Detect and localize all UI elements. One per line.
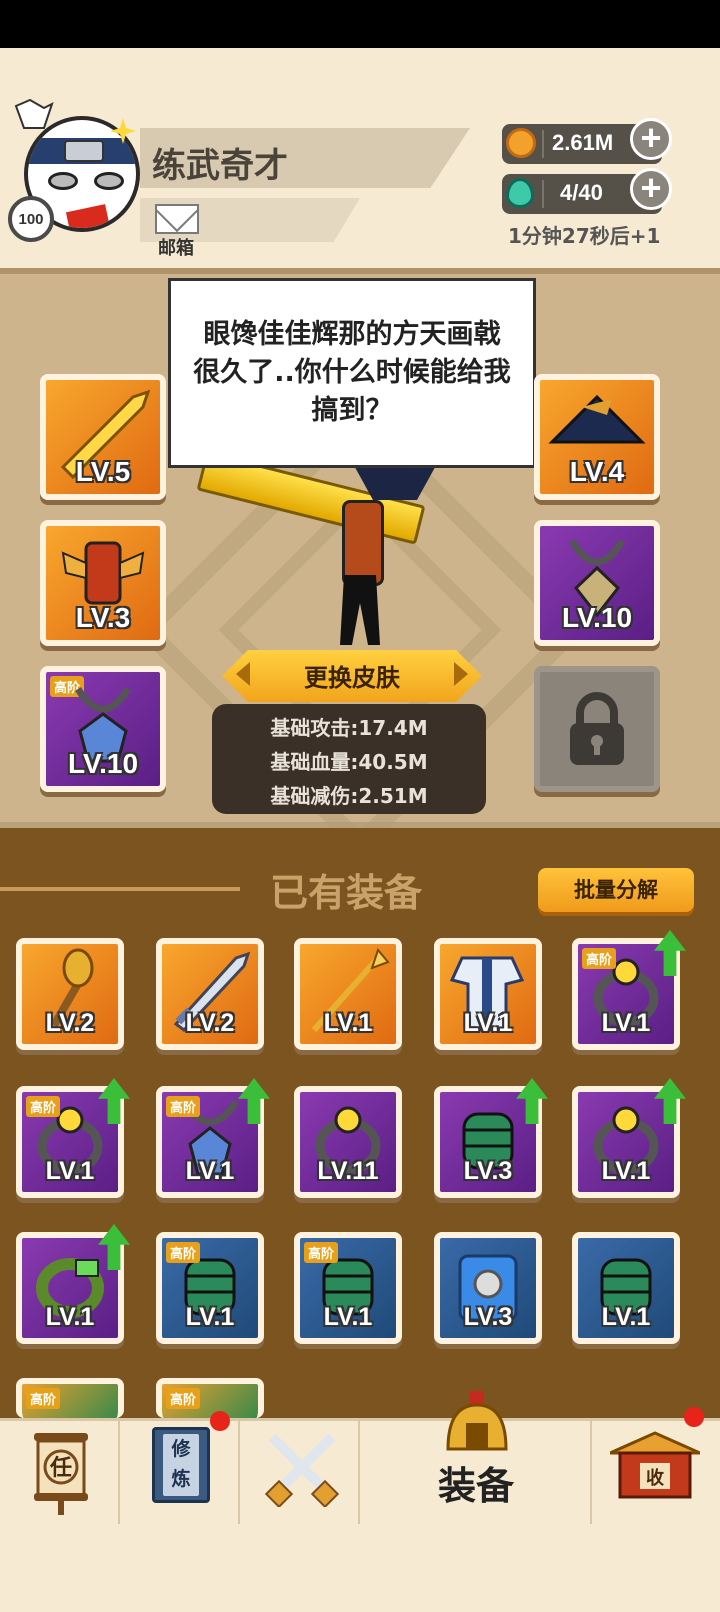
equip-slot-amulet[interactable]: 高阶 LV.10 (40, 666, 166, 792)
shop-building-icon: 收 (610, 1431, 700, 1499)
cultivate-glyph-1: 修 (171, 1438, 191, 1460)
inventory-slot[interactable]: LV.1 (294, 938, 402, 1050)
inventory-slot[interactable]: LV.11 (294, 1086, 402, 1198)
nav-equipment[interactable]: 装备 (360, 1391, 592, 1524)
inventory-slot[interactable]: 高阶 LV.1 (294, 1232, 402, 1344)
nav-equipment-label: 装备 (437, 1464, 514, 1508)
tier-badge: 高阶 (166, 1388, 201, 1409)
player-name: 练武奇才 (152, 146, 288, 186)
equip-slot-weapon[interactable]: LV.5 (40, 374, 166, 500)
helmet-icon (446, 1391, 508, 1451)
tier-badge: 高阶 (26, 1388, 61, 1409)
coin-icon (506, 128, 536, 158)
status-bar (0, 0, 720, 48)
cultivate-glyph-2: 炼 (171, 1468, 191, 1490)
stamina-value: 4/40 (560, 180, 603, 205)
item-level: LV.1 (323, 1303, 373, 1331)
inventory-title: 已有装备 (270, 871, 423, 915)
nav-battle[interactable] (240, 1421, 360, 1524)
change-skin-label[interactable]: 更换皮肤 (222, 658, 482, 693)
item-level: LV.1 (463, 1009, 513, 1037)
tier-badge: 高阶 (26, 1096, 61, 1117)
nav-collect[interactable]: 收 (592, 1407, 720, 1524)
item-level: LV.3 (463, 1157, 513, 1185)
right-eye-icon (94, 172, 124, 190)
equip-level: LV.10 (561, 602, 633, 633)
equip-slot-locked[interactable] (534, 666, 660, 792)
item-level: LV.2 (45, 1009, 95, 1037)
bottom-nav: 任 修 炼 装备 收 (0, 1391, 720, 1524)
inventory-slot[interactable]: LV.1 (434, 938, 542, 1050)
collect-glyph: 收 (646, 1467, 664, 1489)
nav-bottom-strip (0, 1524, 720, 1612)
scroll-icon: 任 (34, 1433, 88, 1515)
equip-level: LV.3 (75, 602, 131, 633)
inventory-slot[interactable]: LV.1 (572, 1232, 680, 1344)
equip-slot-necklace[interactable]: LV.10 (534, 520, 660, 646)
mail-label[interactable]: 邮箱 (158, 234, 194, 260)
stamina-divider (542, 180, 544, 208)
tier-badge: 高阶 (582, 948, 617, 969)
coin-value: 2.61M (552, 130, 614, 155)
lock-icon (570, 692, 624, 765)
stamina-timer: 1分钟27秒后+1 (508, 224, 661, 248)
inventory-slot-partial[interactable]: 高阶 (16, 1378, 124, 1418)
equip-slot-armor[interactable]: LV.3 (40, 520, 166, 646)
scarf-icon (65, 204, 111, 228)
inventory-slot[interactable]: LV.3 (434, 1232, 542, 1344)
inventory-slot[interactable]: 高阶 LV.1 (156, 1232, 264, 1344)
item-level: LV.1 (601, 1303, 651, 1331)
inventory-slot-partial[interactable]: 高阶 (156, 1378, 264, 1418)
equip-level: LV.10 (67, 748, 139, 779)
npc-dialogue: 眼馋佳佳辉那的方天画戟很久了..你什么时候能给我搞到？ (168, 278, 536, 468)
crown-spike-icon (14, 98, 54, 129)
equip-level: LV.5 (75, 456, 131, 487)
inventory-slot[interactable]: LV.2 (16, 938, 124, 1050)
item-level: LV.3 (463, 1303, 513, 1331)
add-stamina-button[interactable]: + (630, 168, 672, 210)
batch-dismantle-button[interactable]: 批量分解 (538, 868, 694, 912)
inventory-slot[interactable]: LV.2 (156, 938, 264, 1050)
item-level: LV.1 (185, 1157, 235, 1185)
tier-badge: 高阶 (166, 1242, 201, 1263)
crossed-swords-icon (264, 1433, 340, 1507)
tier-badge: 高阶 (304, 1242, 339, 1263)
task-glyph: 任 (49, 1455, 72, 1481)
equip-slot-hat[interactable]: LV.4 (534, 374, 660, 500)
stat-attack: 基础攻击:17.4M (270, 716, 428, 740)
nav-task[interactable]: 任 (0, 1421, 120, 1524)
section-divider (0, 887, 240, 891)
item-level: LV.1 (323, 1009, 373, 1037)
mail-icon[interactable] (155, 204, 199, 234)
item-level: LV.1 (601, 1009, 651, 1037)
hero-body-icon (342, 500, 384, 586)
item-level: LV.1 (45, 1157, 95, 1185)
item-level: LV.2 (185, 1009, 235, 1037)
tier-badge: 高阶 (166, 1096, 201, 1117)
stat-hp: 基础血量:40.5M (270, 750, 428, 774)
notification-dot (210, 1411, 230, 1431)
notification-dot (684, 1407, 704, 1427)
stat-reduction: 基础减伤:2.51M (270, 784, 428, 808)
sparkle-icon (110, 118, 136, 144)
add-coins-button[interactable]: + (630, 118, 672, 160)
coin-divider (542, 130, 544, 158)
item-level: LV.1 (45, 1303, 95, 1331)
left-eye-icon (48, 172, 78, 190)
book-icon: 修 炼 (152, 1427, 210, 1503)
player-level-badge: 100 (8, 196, 54, 242)
headband-plate-icon (64, 140, 104, 162)
equip-level: LV.4 (569, 456, 625, 487)
item-level: LV.11 (317, 1157, 379, 1185)
item-level: LV.1 (185, 1303, 235, 1331)
stamina-gem-icon (506, 178, 534, 208)
nav-cultivate[interactable]: 修 炼 (120, 1411, 240, 1524)
item-level: LV.1 (601, 1157, 651, 1185)
stats-panel: 基础攻击:17.4M 基础血量:40.5M 基础减伤:2.51M (212, 704, 486, 814)
